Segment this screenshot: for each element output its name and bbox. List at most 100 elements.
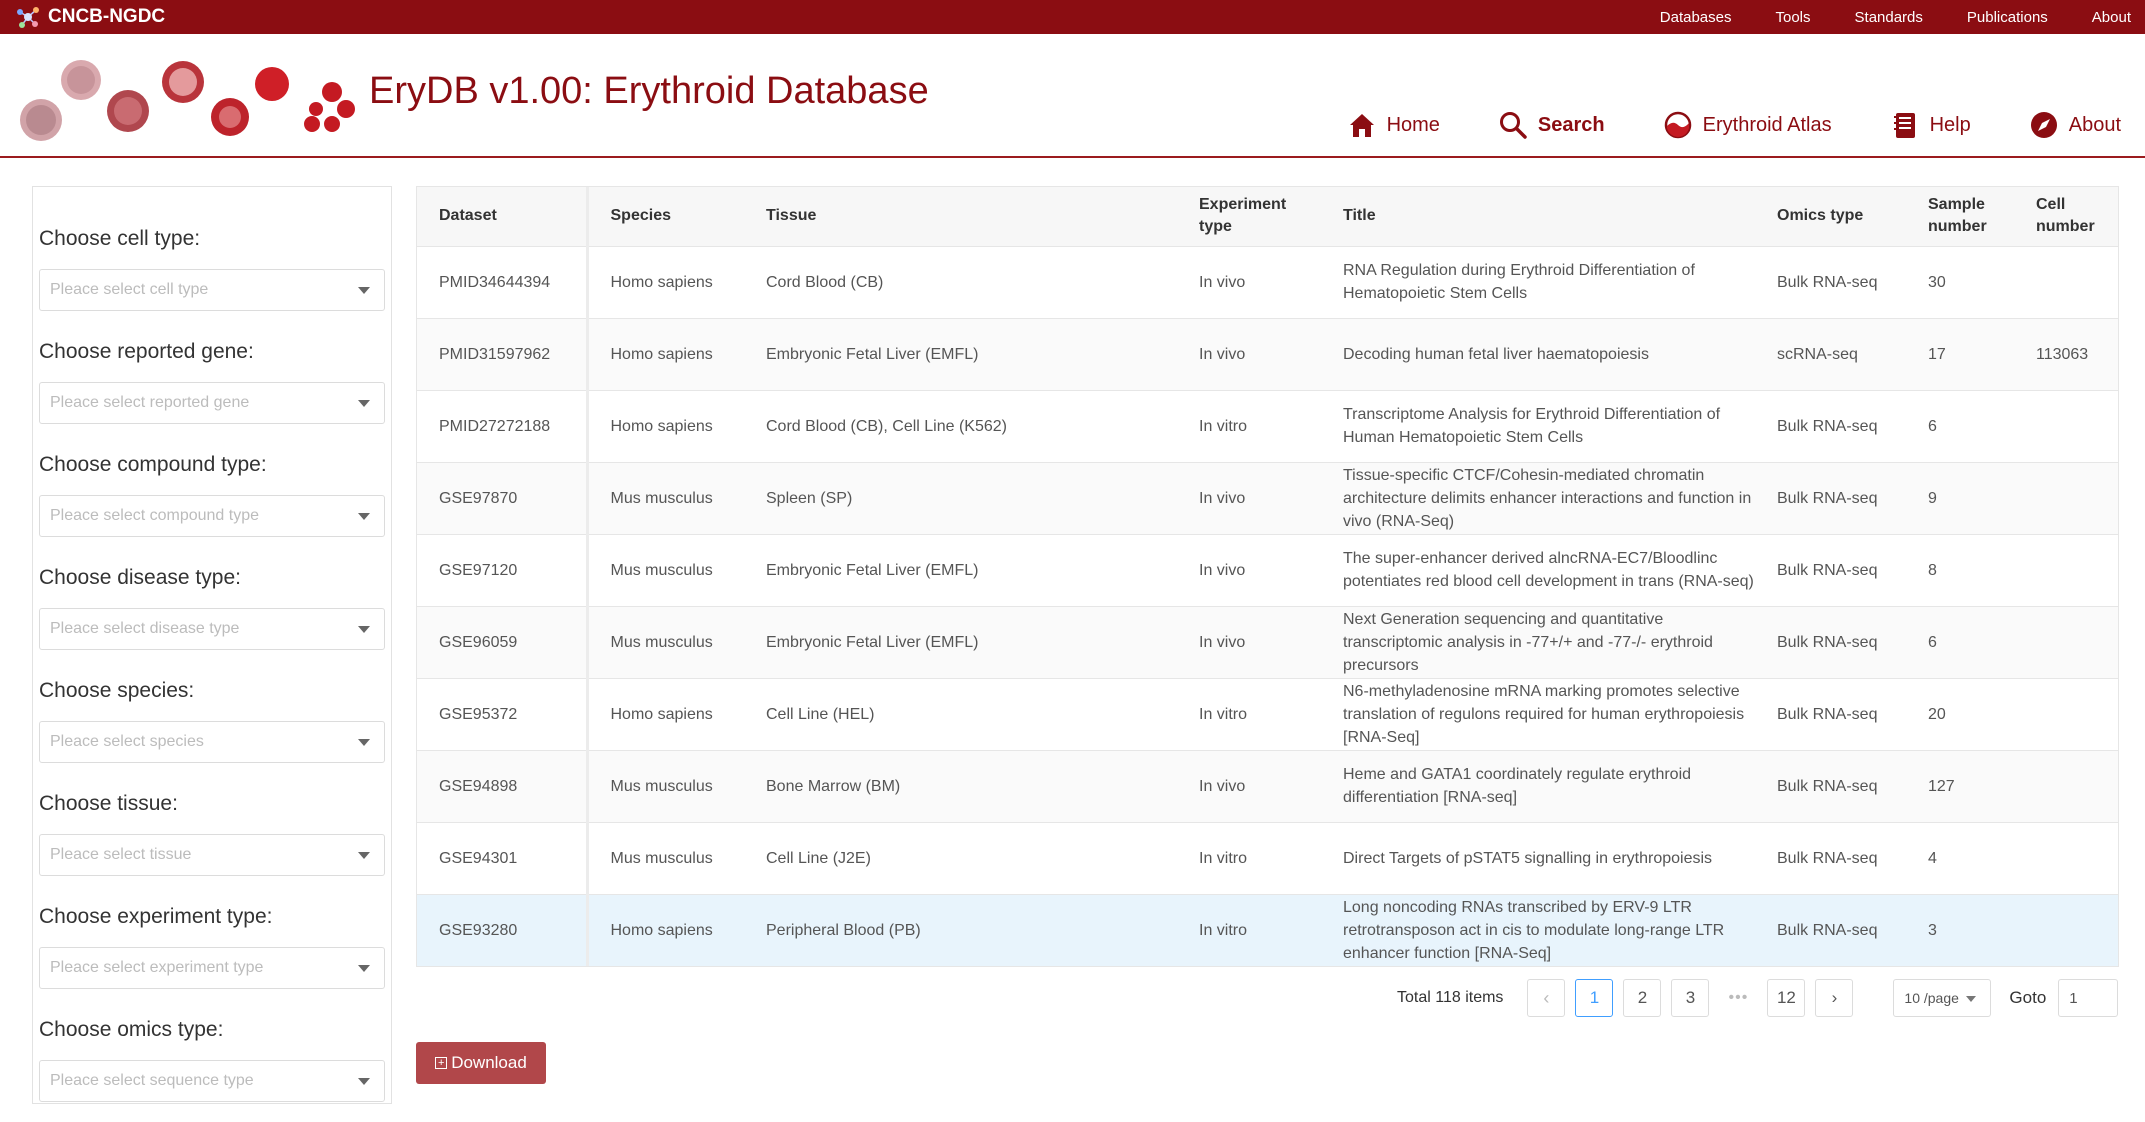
cell-title: Next Generation sequencing and quantitat… bbox=[1321, 606, 1755, 679]
table-row[interactable]: GSE96059 Mus musculus Embryonic Fetal Li… bbox=[417, 606, 2118, 679]
col-header-omics-type[interactable]: Omics type bbox=[1755, 187, 1906, 247]
next-page-button[interactable]: › bbox=[1815, 979, 1854, 1017]
table-row[interactable]: PMID31597962 Homo sapiens Embryonic Feta… bbox=[417, 318, 2118, 391]
page-button-2[interactable]: 2 bbox=[1623, 979, 1662, 1017]
table-row[interactable]: PMID27272188 Homo sapiens Cord Blood (CB… bbox=[417, 390, 2118, 463]
cell-sample-number: 8 bbox=[1906, 534, 2014, 607]
tissue-select[interactable]: Pleace select tissue bbox=[39, 834, 385, 876]
table-row[interactable]: GSE95372 Homo sapiens Cell Line (HEL) In… bbox=[417, 678, 2118, 751]
nav-erythroid-atlas[interactable]: Erythroid Atlas bbox=[1663, 110, 1832, 140]
table-row[interactable]: PMID34644394 Homo sapiens Cord Blood (CB… bbox=[417, 246, 2118, 319]
table-row[interactable]: GSE97120 Mus musculus Embryonic Fetal Li… bbox=[417, 534, 2118, 607]
cell-dataset[interactable]: PMID31597962 bbox=[417, 318, 589, 391]
book-icon bbox=[1893, 113, 1915, 138]
cell-experiment-type: In vivo bbox=[1177, 462, 1321, 535]
cell-title: Transcriptome Analysis for Erythroid Dif… bbox=[1321, 390, 1755, 463]
cell-omics-type: Bulk RNA-seq bbox=[1755, 750, 1906, 823]
top-nav-about[interactable]: About bbox=[2092, 9, 2131, 26]
download-label: Download bbox=[451, 1053, 527, 1072]
cell-dataset[interactable]: GSE94898 bbox=[417, 750, 589, 823]
cell-dataset[interactable]: GSE93280 bbox=[417, 894, 589, 966]
top-nav-publications[interactable]: Publications bbox=[1967, 9, 2048, 26]
cell-experiment-type: In vivo bbox=[1177, 606, 1321, 679]
chevron-right-icon: › bbox=[1831, 988, 1838, 1007]
cell-tissue: Cell Line (HEL) bbox=[744, 678, 1177, 751]
cell-omics-type: Bulk RNA-seq bbox=[1755, 246, 1906, 319]
filter-label: Choose species: bbox=[39, 679, 195, 702]
cell-dataset[interactable]: GSE94301 bbox=[417, 822, 589, 895]
top-bar: CNCB-NGDC Databases Tools Standards Publ… bbox=[0, 0, 2145, 34]
nav-atlas-label: Erythroid Atlas bbox=[1702, 113, 1832, 136]
nav-search[interactable]: Search bbox=[1498, 110, 1605, 140]
page-button-3[interactable]: 3 bbox=[1671, 979, 1710, 1017]
select-placeholder: Pleace select cell type bbox=[50, 281, 209, 298]
table-row[interactable]: GSE94301 Mus musculus Cell Line (J2E) In… bbox=[417, 822, 2118, 895]
cell-dataset[interactable]: PMID27272188 bbox=[417, 390, 589, 463]
col-header-tissue[interactable]: Tissue bbox=[744, 187, 1177, 247]
more-pages[interactable]: ••• bbox=[1719, 979, 1757, 1017]
cell-omics-type: scRNA-seq bbox=[1755, 318, 1906, 391]
select-placeholder: Pleace select compound type bbox=[50, 507, 260, 524]
download-button[interactable]: + Download bbox=[416, 1042, 546, 1084]
table-row[interactable]: GSE94898 Mus musculus Bone Marrow (BM) I… bbox=[417, 750, 2118, 823]
cell-omics-type: Bulk RNA-seq bbox=[1755, 822, 1906, 895]
experiment-type-select[interactable]: Pleace select experiment type bbox=[39, 947, 385, 989]
cell-dataset[interactable]: GSE95372 bbox=[417, 678, 589, 751]
cell-dataset[interactable]: PMID34644394 bbox=[417, 246, 589, 319]
cell-omics-type: Bulk RNA-seq bbox=[1755, 390, 1906, 463]
filter-label: Choose disease type: bbox=[39, 566, 241, 589]
cell-species: Homo sapiens bbox=[587, 894, 744, 966]
col-header-sample-number[interactable]: Sample number bbox=[1906, 187, 2014, 247]
cell-species: Homo sapiens bbox=[587, 246, 744, 319]
filter-label: Choose tissue: bbox=[39, 792, 178, 815]
cell-tissue: Cord Blood (CB) bbox=[744, 246, 1177, 319]
nav-home[interactable]: Home bbox=[1347, 110, 1440, 140]
red-blood-cells-logo bbox=[20, 60, 355, 141]
cell-dataset[interactable]: GSE97120 bbox=[417, 534, 589, 607]
nav-about[interactable]: About bbox=[2029, 110, 2121, 140]
top-nav-tools[interactable]: Tools bbox=[1775, 9, 1810, 26]
col-header-experiment-type[interactable]: Experiment type bbox=[1177, 187, 1321, 247]
disease-type-select[interactable]: Pleace select disease type bbox=[39, 608, 385, 650]
col-header-cell-number[interactable]: Cell number bbox=[2014, 187, 2118, 247]
top-nav-databases[interactable]: Databases bbox=[1660, 9, 1732, 26]
download-icon: + bbox=[435, 1057, 448, 1069]
cell-title: Direct Targets of pSTAT5 signalling in e… bbox=[1321, 822, 1755, 895]
cell-species: Homo sapiens bbox=[587, 678, 744, 751]
col-header-title[interactable]: Title bbox=[1321, 187, 1755, 247]
col-header-dataset[interactable]: Dataset bbox=[417, 187, 589, 247]
filter-reported-gene: Choose reported gene: Pleace select repo… bbox=[39, 340, 385, 424]
col-header-species[interactable]: Species bbox=[587, 187, 744, 247]
cell-dataset[interactable]: GSE97870 bbox=[417, 462, 589, 535]
filter-sidebar: Choose cell type: Pleace select cell typ… bbox=[32, 186, 392, 1104]
cell-omics-type: Bulk RNA-seq bbox=[1755, 462, 1906, 535]
top-nav-standards[interactable]: Standards bbox=[1855, 9, 1923, 26]
page-size-select[interactable]: 10 /page bbox=[1893, 979, 1992, 1017]
species-select[interactable]: Pleace select species bbox=[39, 721, 385, 763]
omics-type-select[interactable]: Pleace select sequence type bbox=[39, 1060, 385, 1102]
caret-down-icon bbox=[358, 400, 370, 407]
goto-page-input[interactable] bbox=[2058, 979, 2119, 1017]
cell-cell-number bbox=[2014, 246, 2118, 319]
table-row[interactable]: GSE93280 Homo sapiens Peripheral Blood (… bbox=[417, 894, 2118, 966]
caret-down-icon bbox=[358, 626, 370, 633]
compound-type-select[interactable]: Pleace select compound type bbox=[39, 495, 385, 537]
cell-tissue: Bone Marrow (BM) bbox=[744, 750, 1177, 823]
cncb-brand[interactable]: CNCB-NGDC bbox=[14, 4, 165, 30]
page-button-1[interactable]: 1 bbox=[1575, 979, 1614, 1017]
page-button-12[interactable]: 12 bbox=[1767, 979, 1806, 1017]
prev-page-button[interactable]: ‹ bbox=[1527, 979, 1566, 1017]
cell-experiment-type: In vitro bbox=[1177, 822, 1321, 895]
cell-sample-number: 6 bbox=[1906, 606, 2014, 679]
filter-disease-type: Choose disease type: Pleace select disea… bbox=[39, 566, 385, 650]
reported-gene-select[interactable]: Pleace select reported gene bbox=[39, 382, 385, 424]
cell-type-select[interactable]: Pleace select cell type bbox=[39, 269, 385, 311]
table-row[interactable]: GSE97870 Mus musculus Spleen (SP) In viv… bbox=[417, 462, 2118, 535]
cell-title: Long noncoding RNAs transcribed by ERV-9… bbox=[1321, 894, 1755, 966]
filter-label: Choose omics type: bbox=[39, 1018, 224, 1041]
filter-compound-type: Choose compound type: Pleace select comp… bbox=[39, 453, 385, 537]
cell-species: Mus musculus bbox=[587, 822, 744, 895]
nav-help[interactable]: Help bbox=[1890, 110, 1971, 140]
filter-species: Choose species: Pleace select species bbox=[39, 679, 385, 763]
cell-dataset[interactable]: GSE96059 bbox=[417, 606, 589, 679]
